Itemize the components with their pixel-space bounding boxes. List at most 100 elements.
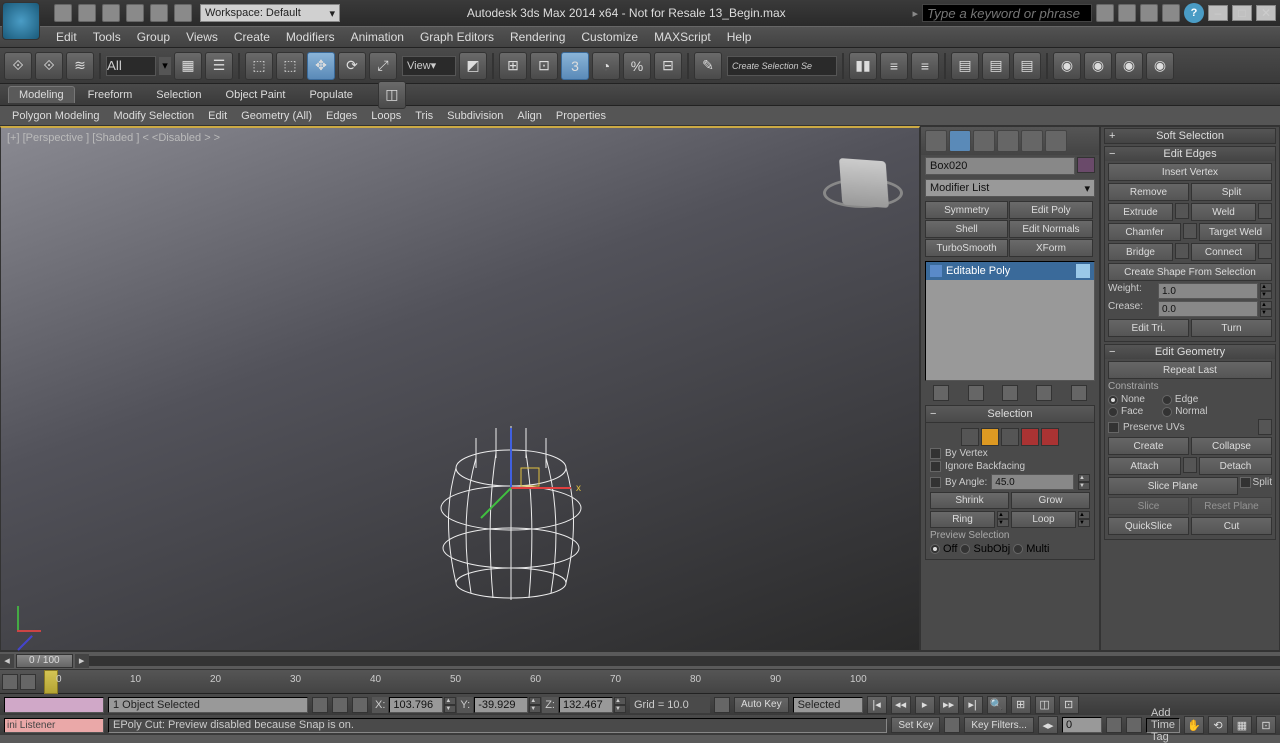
angle-snap-icon[interactable]: ◔ <box>592 52 620 80</box>
current-frame-field[interactable]: 0 <box>1062 717 1102 733</box>
preset-shell-button[interactable]: Shell <box>925 220 1008 238</box>
comm-center-icon[interactable] <box>714 697 730 713</box>
nav-zoom-icon[interactable]: 🔍 <box>987 696 1007 714</box>
use-center-icon[interactable]: ◩ <box>459 52 487 80</box>
menu-create[interactable]: Create <box>226 27 278 47</box>
select-scale-icon[interactable]: ⤢ <box>369 52 397 80</box>
open-icon[interactable] <box>78 4 96 22</box>
grow-button[interactable]: Grow <box>1011 492 1090 509</box>
detach-button[interactable]: Detach <box>1199 457 1272 475</box>
panel-loops[interactable]: Loops <box>365 109 407 123</box>
key-mode-icon[interactable]: ⊡ <box>530 52 558 80</box>
menu-edit[interactable]: Edit <box>48 27 85 47</box>
slider-prev-icon[interactable]: ◂ <box>0 654 14 668</box>
search-input[interactable] <box>922 4 1092 22</box>
tab-modeling[interactable]: Modeling <box>8 86 75 103</box>
panel-tris[interactable]: Tris <box>409 109 439 123</box>
render-prod-icon[interactable]: ◉ <box>1146 52 1174 80</box>
pin-stack-icon[interactable] <box>933 385 949 401</box>
constraint-edge-radio[interactable] <box>1162 395 1172 405</box>
tab-populate[interactable]: Populate <box>298 86 363 104</box>
extrude-settings-icon[interactable] <box>1175 203 1189 219</box>
key-filters-button[interactable]: Key Filters... <box>964 717 1034 733</box>
shrink-button[interactable]: Shrink <box>930 492 1009 509</box>
signin-icon[interactable] <box>1118 4 1136 22</box>
viewcube[interactable] <box>839 158 889 208</box>
extrude-button[interactable]: Extrude <box>1108 203 1173 221</box>
goto-start-icon[interactable]: |◂ <box>867 696 887 714</box>
panel-edges[interactable]: Edges <box>320 109 363 123</box>
modifier-stack[interactable]: Editable Poly <box>925 261 1095 381</box>
new-icon[interactable] <box>54 4 72 22</box>
nav-zoom-ext-icon[interactable]: ⊡ <box>1059 696 1079 714</box>
time-config-icon[interactable] <box>1106 717 1122 733</box>
wireframe-object[interactable]: x <box>421 408 601 608</box>
menu-rendering[interactable]: Rendering <box>502 27 573 47</box>
object-color-swatch[interactable] <box>1077 157 1095 173</box>
panel-properties[interactable]: Properties <box>550 109 612 123</box>
ribbon-expand-icon[interactable]: ◫ <box>378 81 406 109</box>
unlink-icon[interactable]: ⟐ <box>35 52 63 80</box>
workspace-dropdown[interactable]: Workspace: Default <box>200 4 340 22</box>
edit-tri-button[interactable]: Edit Tri. <box>1108 319 1189 337</box>
isolate-icon[interactable] <box>332 697 348 713</box>
remove-button[interactable]: Remove <box>1108 183 1189 201</box>
goto-end-icon[interactable]: ▸| <box>963 696 983 714</box>
panel-modify-selection[interactable]: Modify Selection <box>107 109 200 123</box>
stack-editable-poly[interactable]: Editable Poly <box>926 262 1094 280</box>
panel-align[interactable]: Align <box>511 109 547 123</box>
snap-toggle-icon[interactable]: 3 <box>561 52 589 80</box>
trackbar-mode-icon[interactable] <box>2 674 18 690</box>
key-mode-dropdown[interactable]: Selected <box>793 697 863 713</box>
preset-symmetry-button[interactable]: Symmetry <box>925 201 1008 219</box>
key-icon[interactable] <box>944 717 960 733</box>
named-sel-dropdown[interactable]: Create Selection Se <box>727 56 837 76</box>
modifier-list-dropdown[interactable]: Modifier List▾ <box>925 179 1095 197</box>
slice-split-checkbox[interactable] <box>1240 477 1251 488</box>
layer-icon[interactable]: ≡ <box>911 52 939 80</box>
redo-icon[interactable] <box>150 4 168 22</box>
maximize-button[interactable]: □ <box>1232 5 1252 21</box>
preset-edit-poly-button[interactable]: Edit Poly <box>1009 201 1092 219</box>
time-slider[interactable]: ◂ 0 / 100 ▸ <box>0 651 1280 669</box>
link-icon[interactable] <box>174 4 192 22</box>
nav-max-icon[interactable]: ⊡ <box>1256 716 1276 734</box>
target-weld-button[interactable]: Target Weld <box>1199 223 1272 241</box>
edge-subobj-icon[interactable] <box>981 428 999 446</box>
slider-thumb[interactable]: 0 / 100 <box>16 654 73 668</box>
percent-snap-icon[interactable]: % <box>623 52 651 80</box>
sel-lock-icon[interactable] <box>352 697 368 713</box>
hierarchy-tab-icon[interactable] <box>973 130 995 152</box>
weight-field[interactable]: 1.0 <box>1158 283 1258 299</box>
select-link-icon[interactable]: ⟐ <box>4 52 32 80</box>
attach-button[interactable]: Attach <box>1108 457 1181 475</box>
menu-group[interactable]: Group <box>129 27 178 47</box>
panel-poly-modeling[interactable]: Polygon Modeling <box>6 109 105 123</box>
window-crossing-icon[interactable]: ⬚ <box>276 52 304 80</box>
key-step-icon[interactable]: ◂▸ <box>1038 716 1058 734</box>
tab-object-paint[interactable]: Object Paint <box>215 86 297 104</box>
chamfer-settings-icon[interactable] <box>1183 223 1197 239</box>
select-name-icon[interactable]: ☰ <box>205 52 233 80</box>
maxscript-mini-listener[interactable] <box>4 697 104 713</box>
material-icon[interactable]: ▤ <box>1013 52 1041 80</box>
menu-maxscript[interactable]: MAXScript <box>646 27 719 47</box>
constraint-none-radio[interactable] <box>1108 395 1118 405</box>
vertex-subobj-icon[interactable] <box>961 428 979 446</box>
set-key-button[interactable]: Set Key <box>891 717 940 733</box>
play-icon[interactable]: ▸ <box>915 696 935 714</box>
mirror-icon[interactable]: ▮▮ <box>849 52 877 80</box>
nav-zoom-all-icon[interactable]: ⊞ <box>1011 696 1031 714</box>
preserve-uvs-settings-icon[interactable] <box>1258 419 1272 435</box>
stack-expand-icon[interactable] <box>930 265 942 277</box>
constraint-face-radio[interactable] <box>1108 407 1118 417</box>
selection-filter-dropdown[interactable] <box>106 56 156 76</box>
chamfer-button[interactable]: Chamfer <box>1108 223 1181 241</box>
by-angle-field[interactable]: 45.0 <box>991 474 1074 490</box>
menu-views[interactable]: Views <box>178 27 226 47</box>
crease-field[interactable]: 0.0 <box>1158 301 1258 317</box>
align-icon[interactable]: ≡ <box>880 52 908 80</box>
menu-animation[interactable]: Animation <box>343 27 412 47</box>
ref-coord-dropdown[interactable]: View▾ <box>402 56 456 76</box>
show-end-icon[interactable] <box>968 385 984 401</box>
